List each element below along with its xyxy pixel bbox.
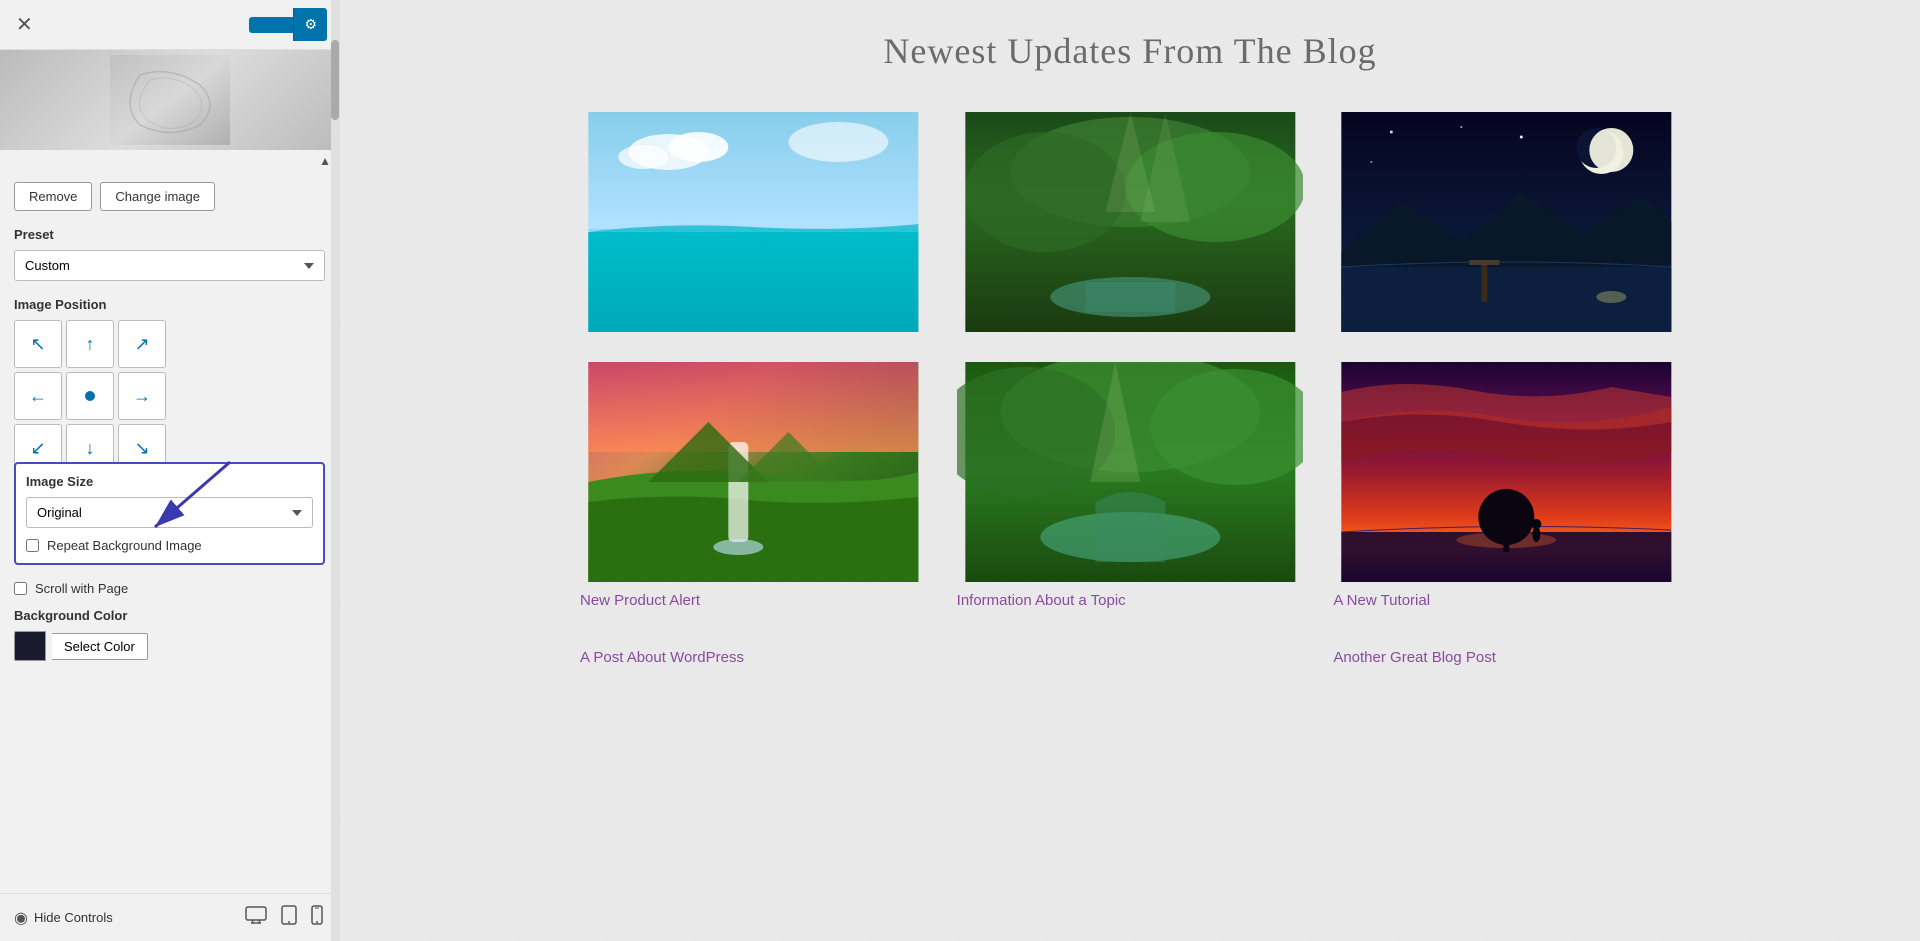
blog-link-tutorial[interactable]: A New Tutorial — [1333, 592, 1680, 609]
image-position-label: Image Position — [0, 291, 339, 316]
preview-image-svg — [110, 55, 230, 145]
scroll-arrow: ▲ — [0, 150, 339, 172]
sunset-image — [1333, 362, 1680, 582]
blog-link-wordpress[interactable]: A Post About WordPress — [580, 649, 927, 666]
scroll-row: Scroll with Page — [0, 575, 339, 602]
forest2-image — [957, 362, 1304, 582]
panel-scrollbar-thumb — [331, 40, 339, 120]
close-button[interactable]: ✕ — [12, 8, 37, 41]
bg-color-section: Background Color Select Color — [0, 602, 339, 667]
center-dot — [85, 391, 95, 401]
tablet-icon-button[interactable] — [279, 903, 299, 932]
blog-card-sunset: A New Tutorial — [1333, 362, 1680, 609]
blog-grid: New Product Alert — [580, 112, 1680, 609]
action-buttons: Remove Change image — [0, 172, 339, 221]
panel-scrollbar[interactable] — [331, 0, 339, 941]
hide-controls-label: Hide Controls — [34, 910, 113, 925]
blog-card-moonlake — [1333, 112, 1680, 332]
hide-controls-button[interactable]: ◉ Hide Controls — [14, 908, 113, 928]
pos-center[interactable] — [66, 372, 114, 420]
device-icons — [243, 903, 325, 932]
blog-link-information[interactable]: Information About a Topic — [957, 592, 1304, 609]
blog-card-forest1 — [957, 112, 1304, 332]
preset-label: Preset — [0, 221, 339, 246]
mobile-icon — [311, 905, 323, 925]
scroll-page-checkbox[interactable] — [14, 582, 27, 595]
hide-controls-circle-icon: ◉ — [14, 908, 28, 928]
pos-mid-right[interactable]: → — [118, 372, 166, 420]
mobile-icon-button[interactable] — [309, 903, 325, 932]
right-content: Newest Updates From The Blog — [340, 0, 1920, 941]
change-image-button[interactable]: Change image — [100, 182, 215, 211]
blog-area: Newest Updates From The Blog — [340, 0, 1920, 941]
waterfall-image — [580, 362, 927, 582]
bottom-link-2 — [957, 639, 1304, 666]
blog-card-forest2: Information About a Topic — [957, 362, 1304, 609]
bottom-link-1: A Post About WordPress — [580, 639, 927, 666]
annotation-arrow-svg — [0, 452, 320, 552]
bg-color-label: Background Color — [14, 608, 325, 623]
bottom-link-3: Another Great Blog Post — [1333, 639, 1680, 666]
blog-link-another[interactable]: Another Great Blog Post — [1333, 649, 1680, 666]
settings-button[interactable]: ⚙ — [293, 8, 327, 41]
pos-mid-left[interactable]: ← — [14, 372, 62, 420]
moonlake-image — [1333, 112, 1680, 332]
left-panel: ✕ ⚙ ▲ Re — [0, 0, 340, 941]
remove-button[interactable]: Remove — [14, 182, 92, 211]
color-picker-row: Select Color — [14, 631, 325, 661]
publish-button[interactable] — [249, 17, 293, 33]
blog-card-waterfall: New Product Alert — [580, 362, 927, 609]
position-grid: ↖ ↑ ↗ ← → ↙ ↓ ↘ — [14, 320, 325, 472]
image-preview-placeholder — [0, 50, 339, 150]
pos-top-center[interactable]: ↑ — [66, 320, 114, 368]
pos-top-right[interactable]: ↗ — [118, 320, 166, 368]
preset-select[interactable]: Custom Default Fill Screen Fit to Screen… — [14, 250, 325, 281]
forest1-image — [957, 112, 1304, 332]
blog-bottom-row: A Post About WordPress Another Great Blo… — [580, 639, 1680, 666]
publish-group: ⚙ — [249, 8, 327, 41]
top-bar: ✕ ⚙ — [0, 0, 339, 50]
bottom-bar: ◉ Hide Controls — [0, 893, 339, 941]
color-swatch[interactable] — [14, 631, 46, 661]
tablet-icon — [281, 905, 297, 925]
spacer — [0, 667, 339, 727]
pos-top-left[interactable]: ↖ — [14, 320, 62, 368]
desktop-icon-button[interactable] — [243, 903, 269, 932]
blog-link-new-product[interactable]: New Product Alert — [580, 592, 927, 609]
image-preview-strip — [0, 50, 339, 150]
blog-title: Newest Updates From The Blog — [380, 30, 1880, 72]
beach-image — [580, 112, 927, 332]
desktop-icon — [245, 906, 267, 924]
blog-card-beach — [580, 112, 927, 332]
select-color-button[interactable]: Select Color — [52, 633, 148, 660]
scroll-page-label: Scroll with Page — [35, 581, 128, 596]
preset-dropdown-row: Custom Default Fill Screen Fit to Screen… — [0, 246, 339, 291]
